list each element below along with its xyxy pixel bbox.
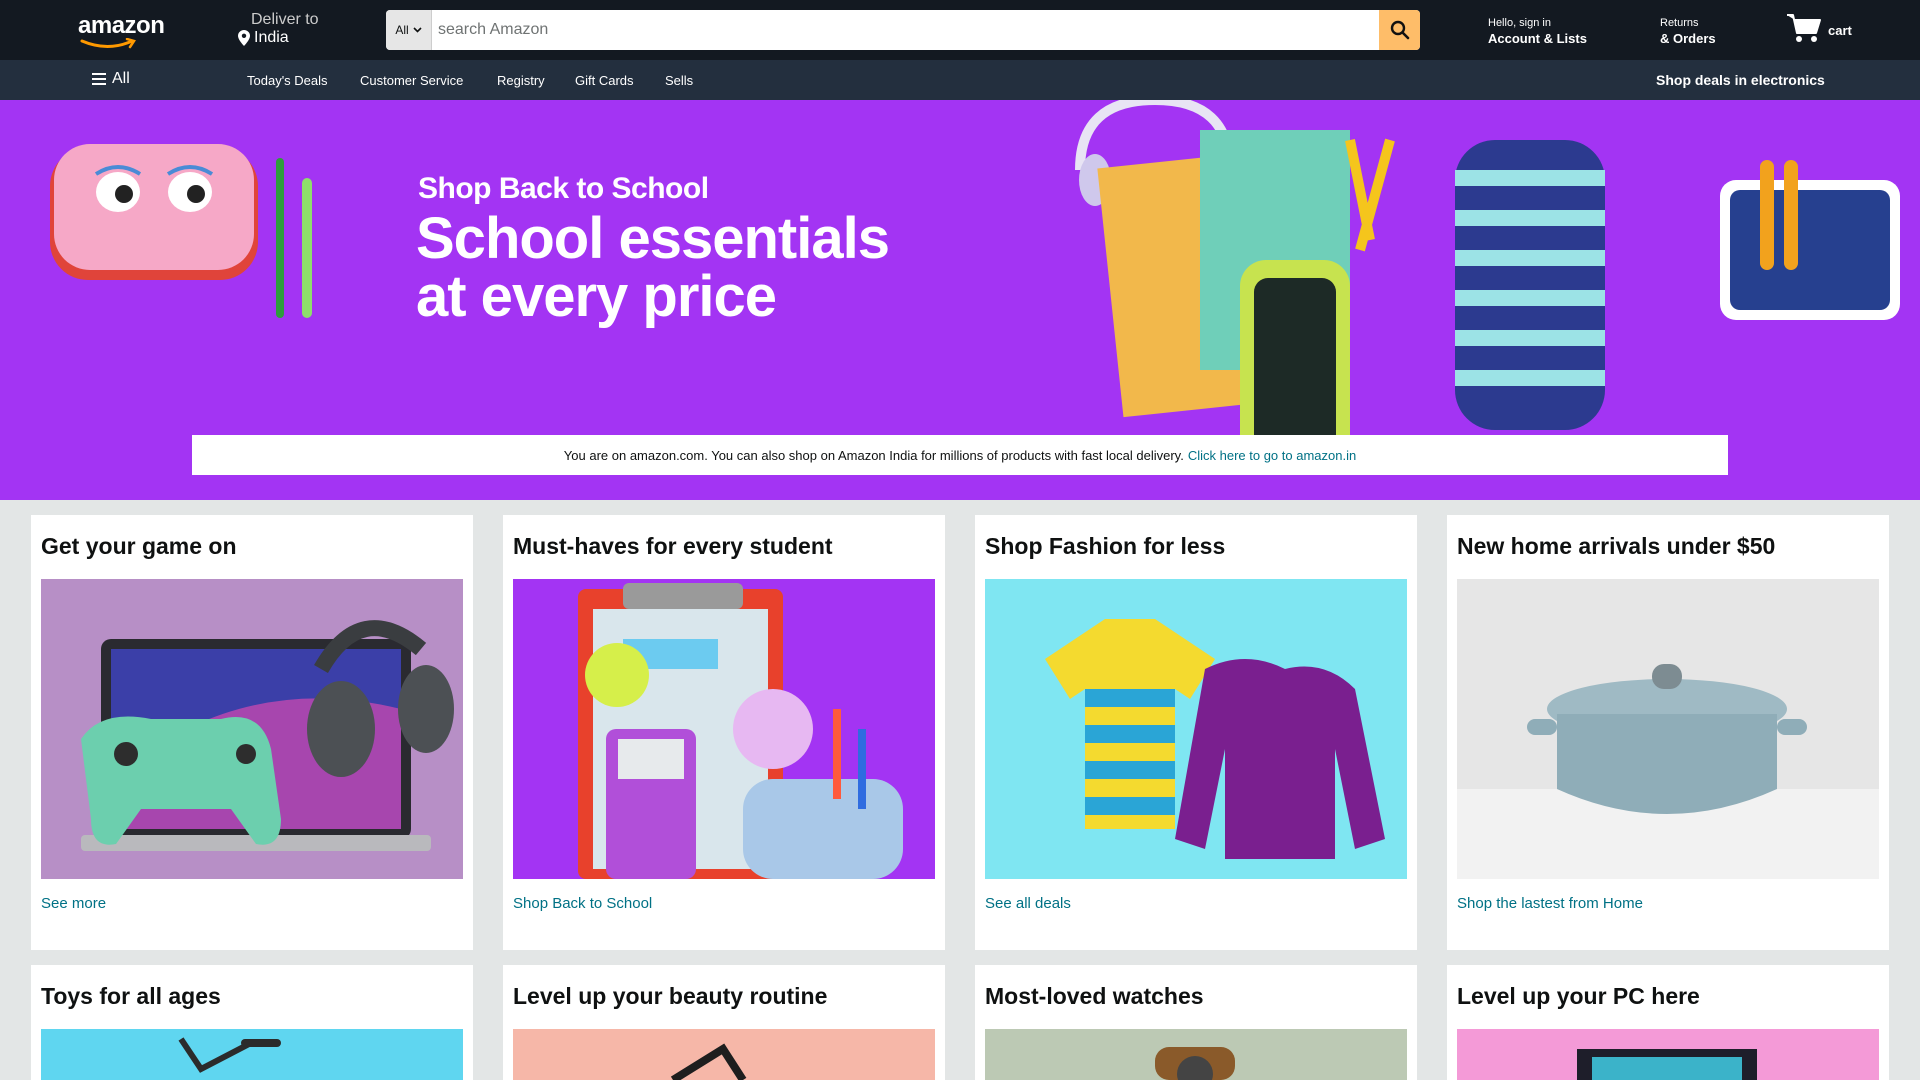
hero-banner[interactable]: Shop Back to School School essentials at…	[0, 100, 1920, 500]
search-bar: All	[386, 10, 1420, 50]
deliver-to-location[interactable]: Deliver to India	[238, 11, 319, 47]
all-menu-label: All	[112, 70, 130, 87]
card-link[interactable]: See more	[41, 895, 106, 912]
hero-title: School essentials at every price	[416, 206, 890, 329]
card-link[interactable]: Shop the lastest from Home	[1457, 895, 1643, 912]
watch-illustration	[1155, 1047, 1235, 1080]
nav-electronics-deals[interactable]: Shop deals in electronics	[1656, 72, 1825, 88]
card-title: Must-haves for every student	[513, 533, 833, 559]
card-image-watches[interactable]	[985, 1029, 1407, 1080]
secondary-navigation-bar: All Today's Deals Customer Service Regis…	[0, 60, 1920, 100]
nav-gift-cards[interactable]: Gift Cards	[575, 73, 634, 88]
card-pc: Level up your PC here	[1447, 965, 1889, 1080]
card-fashion: Shop Fashion for less See all deals	[975, 515, 1417, 950]
search-category-dropdown[interactable]: All	[386, 10, 432, 50]
search-button[interactable]	[1379, 10, 1420, 50]
pencil-case-illustration	[50, 144, 312, 318]
account-and-lists[interactable]: Hello, sign in Account & Lists	[1488, 17, 1587, 46]
dutch-oven-illustration	[1457, 664, 1879, 879]
notice-text: You are on amazon.com. You can also shop…	[563, 447, 1184, 463]
nav-sells[interactable]: Sells	[665, 73, 693, 88]
hamburger-menu-icon	[92, 73, 106, 85]
cart-button[interactable]: cart	[1786, 12, 1852, 44]
nav-customer-service[interactable]: Customer Service	[360, 73, 463, 88]
clothing-illustration	[1045, 619, 1385, 859]
cart-icon	[1787, 14, 1821, 42]
card-image-beauty[interactable]	[513, 1029, 935, 1080]
account-greeting: Hello, sign in	[1488, 17, 1551, 29]
nav-todays-deals[interactable]: Today's Deals	[247, 73, 328, 88]
hero-kicker: Shop Back to School	[418, 172, 709, 205]
card-image-gaming[interactable]	[41, 579, 463, 879]
bike-illustration	[178, 1037, 281, 1073]
amazon-in-link[interactable]: Click here to go to amazon.in	[1188, 448, 1356, 463]
card-title: Get your game on	[41, 533, 237, 559]
logo-text: amazon	[78, 12, 165, 39]
nav-registry[interactable]: Registry	[497, 73, 545, 88]
amazon-logo[interactable]: amazon	[78, 12, 168, 49]
beauty-product-illustration	[670, 1043, 747, 1080]
regional-notice: You are on amazon.com. You can also shop…	[192, 435, 1728, 475]
all-menu-button[interactable]: All	[92, 70, 130, 88]
location-pin-icon	[238, 30, 250, 46]
card-home: New home arrivals under $50 Shop the las…	[1447, 515, 1889, 950]
gaming-illustration	[81, 620, 454, 851]
card-beauty: Level up your beauty routine	[503, 965, 945, 1080]
deliver-location: India	[254, 29, 289, 46]
orders-label: & Orders	[1660, 31, 1716, 46]
card-image-pc[interactable]	[1457, 1029, 1879, 1080]
account-label: Account & Lists	[1488, 31, 1587, 46]
card-title: New home arrivals under $50	[1457, 533, 1776, 559]
card-student: Must-haves for every student Shop Back t…	[503, 515, 945, 950]
card-image-home[interactable]	[1457, 579, 1879, 879]
card-title: Level up your PC here	[1457, 983, 1700, 1009]
search-input[interactable]	[432, 10, 1379, 50]
card-link[interactable]: See all deals	[985, 895, 1071, 912]
card-title: Most-loved watches	[985, 983, 1204, 1009]
monitor-illustration	[1577, 1049, 1757, 1080]
amazon-smile-icon	[80, 38, 136, 49]
deliver-to-label: Deliver to	[251, 11, 319, 28]
chevron-down-icon	[413, 27, 422, 33]
card-title: Toys for all ages	[41, 983, 221, 1009]
school-supplies-illustration	[578, 583, 903, 879]
card-image-toys[interactable]	[41, 1029, 463, 1080]
card-link[interactable]: Shop Back to School	[513, 895, 652, 912]
search-icon	[1390, 20, 1409, 40]
search-category-label: All	[395, 23, 409, 37]
card-gaming: Get your game on See more	[31, 515, 473, 950]
cart-label: cart	[1828, 23, 1852, 38]
card-toys: Toys for all ages	[31, 965, 473, 1080]
card-title: Level up your beauty routine	[513, 983, 828, 1009]
card-watches: Most-loved watches	[975, 965, 1417, 1080]
top-navigation-bar: amazon Deliver to India All search Amazo…	[0, 0, 1920, 60]
card-title: Shop Fashion for less	[985, 533, 1226, 559]
card-image-student[interactable]	[513, 579, 935, 879]
returns-label: Returns	[1660, 17, 1699, 29]
card-image-fashion[interactable]	[985, 579, 1407, 879]
returns-and-orders[interactable]: Returns & Orders	[1660, 17, 1716, 46]
